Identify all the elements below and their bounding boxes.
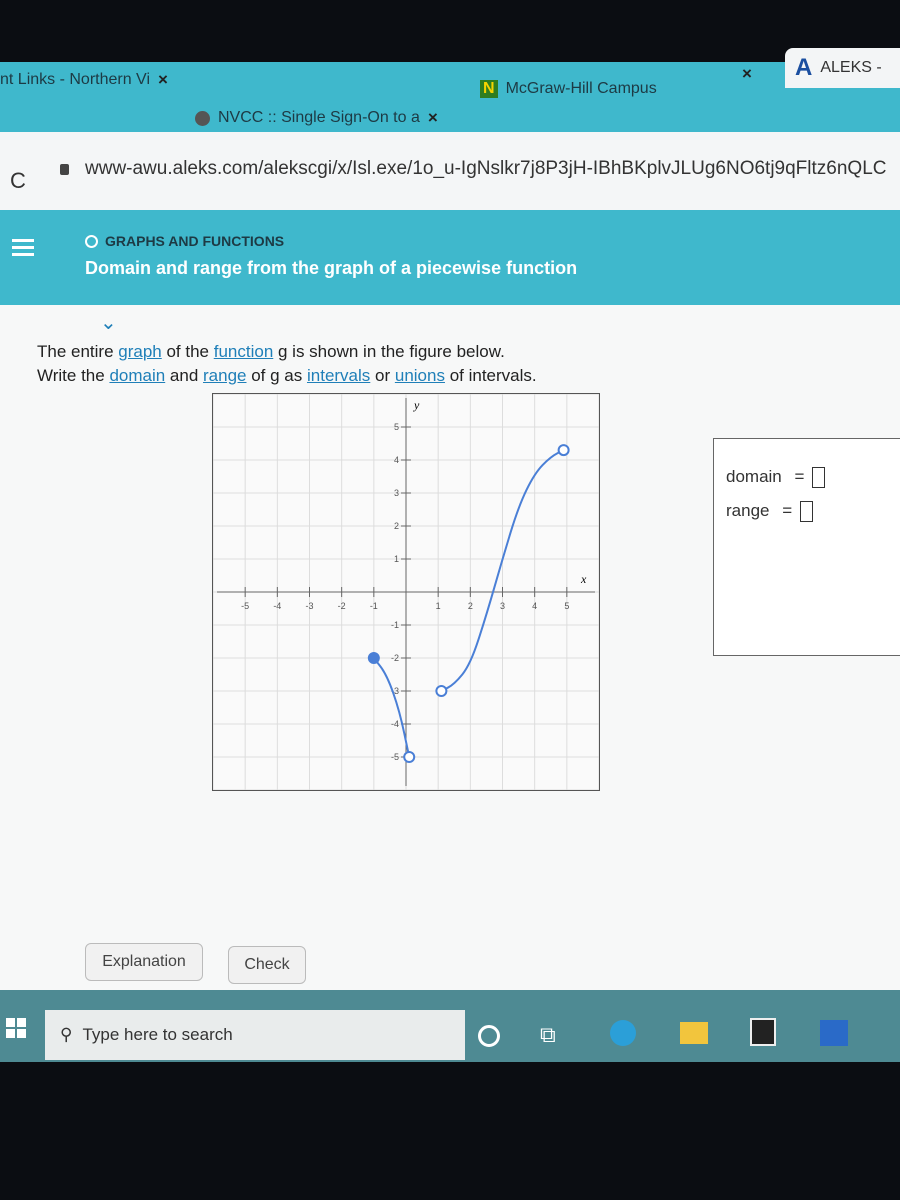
- tab-mcgraw-hill[interactable]: N McGraw-Hill Campus: [480, 80, 657, 98]
- text: and: [165, 366, 204, 385]
- domain-input[interactable]: [812, 467, 826, 489]
- reload-icon[interactable]: C: [10, 168, 26, 194]
- windows-start-icon[interactable]: [6, 1018, 26, 1038]
- y-tick-label: -5: [391, 752, 399, 762]
- text: of intervals.: [444, 366, 537, 385]
- x-tick-label: 5: [564, 601, 569, 611]
- closed-endpoint: [367, 652, 380, 664]
- y-tick-label: 1: [394, 554, 399, 564]
- y-tick-label: 2: [394, 521, 399, 531]
- chevron-down-icon[interactable]: ⌄: [100, 310, 117, 335]
- check-button[interactable]: Check: [228, 946, 306, 984]
- text: of the: [161, 342, 214, 361]
- edge-browser-icon[interactable]: [610, 1020, 636, 1046]
- x-tick-label: -5: [241, 601, 249, 611]
- range-input[interactable]: [800, 501, 814, 523]
- tab-label: ALEKS -: [820, 59, 882, 76]
- text: or: [370, 366, 395, 385]
- search-placeholder: Type here to search: [82, 1025, 233, 1044]
- x-tick-label: -2: [338, 601, 346, 611]
- domain-link[interactable]: domain: [109, 366, 165, 385]
- tab-label: nt Links - Northern Vi: [0, 71, 150, 88]
- text: of g as: [246, 366, 307, 385]
- domain-row: domain =: [726, 467, 826, 489]
- intervals-link[interactable]: intervals: [307, 366, 370, 385]
- y-tick-label: 3: [394, 488, 399, 498]
- tab-label: NVCC :: Single Sign-On to a: [218, 109, 420, 126]
- function-graph: -5 -4 -3 -2 -1 1 2 3 4 5 -5 -4 -3 -2 -1 1 2 3 4 5 x y: [212, 393, 600, 791]
- x-tick-label: 4: [532, 601, 537, 611]
- x-tick-label: -4: [273, 601, 281, 611]
- topic-label: GRAPHS AND FUNCTIONS: [105, 233, 285, 249]
- open-endpoint: [557, 444, 570, 457]
- taskbar-search-input[interactable]: ⚲ Type here to search: [45, 1010, 465, 1060]
- search-icon: ⚲: [60, 1025, 73, 1044]
- close-icon[interactable]: ×: [428, 108, 438, 128]
- equals-sign: =: [782, 501, 793, 520]
- url-input[interactable]: www-awu.aleks.com/alekscgi/x/Isl.exe/1o_…: [85, 158, 886, 180]
- tab-northern-links[interactable]: nt Links - Northern Vi ×: [0, 70, 168, 90]
- graph-link[interactable]: graph: [118, 342, 161, 361]
- explanation-button[interactable]: Explanation: [85, 943, 203, 981]
- question-text: The entire graph of the function g is sh…: [37, 340, 537, 388]
- function-curve: [373, 657, 411, 758]
- close-icon[interactable]: ×: [742, 64, 752, 84]
- open-endpoint: [435, 685, 448, 697]
- x-tick-label: -1: [370, 601, 378, 611]
- answer-panel: domain = range =: [713, 438, 900, 656]
- globe-icon: [195, 110, 210, 126]
- y-tick-label: 5: [394, 422, 399, 432]
- text: Write the: [37, 366, 110, 385]
- x-tick-label: 3: [500, 601, 505, 611]
- range-label: range: [726, 501, 770, 520]
- tab-label: McGraw-Hill Campus: [505, 80, 657, 97]
- store-icon[interactable]: [750, 1018, 776, 1046]
- domain-label: domain: [726, 467, 782, 486]
- y-tick-label: -2: [391, 653, 399, 663]
- task-view-icon[interactable]: ⧉: [540, 1022, 556, 1048]
- x-tick-label: -3: [305, 601, 313, 611]
- lock-icon: [60, 164, 69, 175]
- tab-aleks[interactable]: A ALEKS -: [785, 48, 900, 88]
- unions-link[interactable]: unions: [395, 366, 445, 385]
- mcgraw-hill-n-icon: N: [480, 80, 498, 98]
- x-tick-label: 1: [436, 601, 441, 611]
- aleks-a-icon: A: [795, 54, 813, 81]
- y-tick-label: -4: [391, 719, 399, 729]
- topic-circle-icon: [85, 235, 98, 248]
- range-row: range =: [726, 501, 814, 523]
- y-axis-label: y: [414, 398, 420, 412]
- graph-svg: -5 -4 -3 -2 -1 1 2 3 4 5-5-4-3-2-112345: [212, 393, 600, 791]
- text: g is shown in the figure below.: [273, 342, 505, 361]
- x-axis-label: x: [581, 572, 587, 586]
- y-tick-label: -1: [391, 620, 399, 630]
- file-explorer-icon[interactable]: [680, 1022, 708, 1044]
- open-endpoint: [403, 751, 416, 763]
- mail-icon[interactable]: [820, 1020, 848, 1046]
- page-title: Domain and range from the graph of a pie…: [85, 258, 578, 278]
- range-link[interactable]: range: [203, 366, 246, 385]
- menu-icon[interactable]: [12, 235, 34, 260]
- cortana-icon[interactable]: [478, 1025, 500, 1047]
- y-tick-label: 4: [394, 455, 399, 465]
- x-tick-label: 2: [468, 601, 473, 611]
- function-link[interactable]: function: [214, 342, 274, 361]
- equals-sign: =: [794, 467, 805, 486]
- text: The entire: [37, 342, 119, 361]
- tab-nvcc-sso[interactable]: NVCC :: Single Sign-On to a ×: [195, 108, 438, 128]
- close-icon[interactable]: ×: [158, 70, 168, 90]
